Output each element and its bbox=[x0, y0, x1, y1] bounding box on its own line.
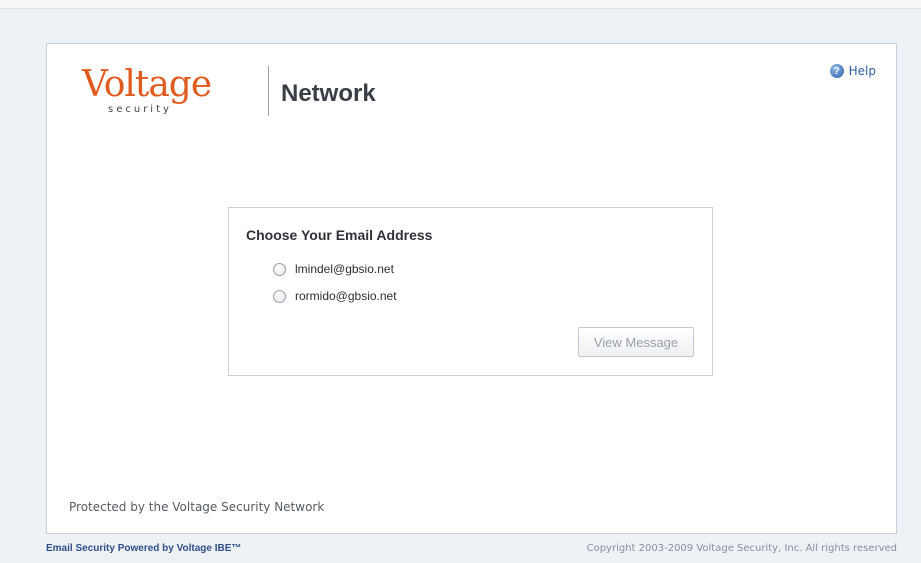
help-label[interactable]: Help bbox=[849, 64, 876, 78]
logo-divider bbox=[268, 66, 269, 116]
network-label: Network bbox=[281, 80, 376, 107]
footer-powered-by[interactable]: Email Security Powered by Voltage IBE™ bbox=[46, 543, 241, 554]
email-option-1[interactable]: lmindel@gbsio.net bbox=[273, 262, 394, 276]
main-card: Voltage security Network ? Help Choose Y… bbox=[46, 43, 897, 534]
protected-notice: Protected by the Voltage Security Networ… bbox=[69, 500, 325, 514]
radio-button[interactable] bbox=[273, 289, 286, 303]
email-option-2[interactable]: rormido@gbsio.net bbox=[273, 289, 397, 303]
logo-subtitle: security bbox=[108, 104, 172, 115]
panel-title: Choose Your Email Address bbox=[246, 227, 433, 243]
email-option-label[interactable]: lmindel@gbsio.net bbox=[295, 262, 394, 276]
help-icon: ? bbox=[829, 64, 844, 78]
view-message-button[interactable]: View Message bbox=[578, 327, 694, 357]
email-option-label[interactable]: rormido@gbsio.net bbox=[295, 289, 397, 303]
choose-email-panel: Choose Your Email Address lmindel@gbsio.… bbox=[228, 207, 713, 376]
radio-button[interactable] bbox=[273, 262, 286, 276]
top-strip bbox=[0, 0, 921, 9]
footer-copyright: Copyright 2003-2009 Voltage Security, In… bbox=[586, 543, 897, 554]
help-link[interactable]: ? Help bbox=[829, 64, 876, 78]
logo-word: Voltage bbox=[82, 64, 212, 105]
